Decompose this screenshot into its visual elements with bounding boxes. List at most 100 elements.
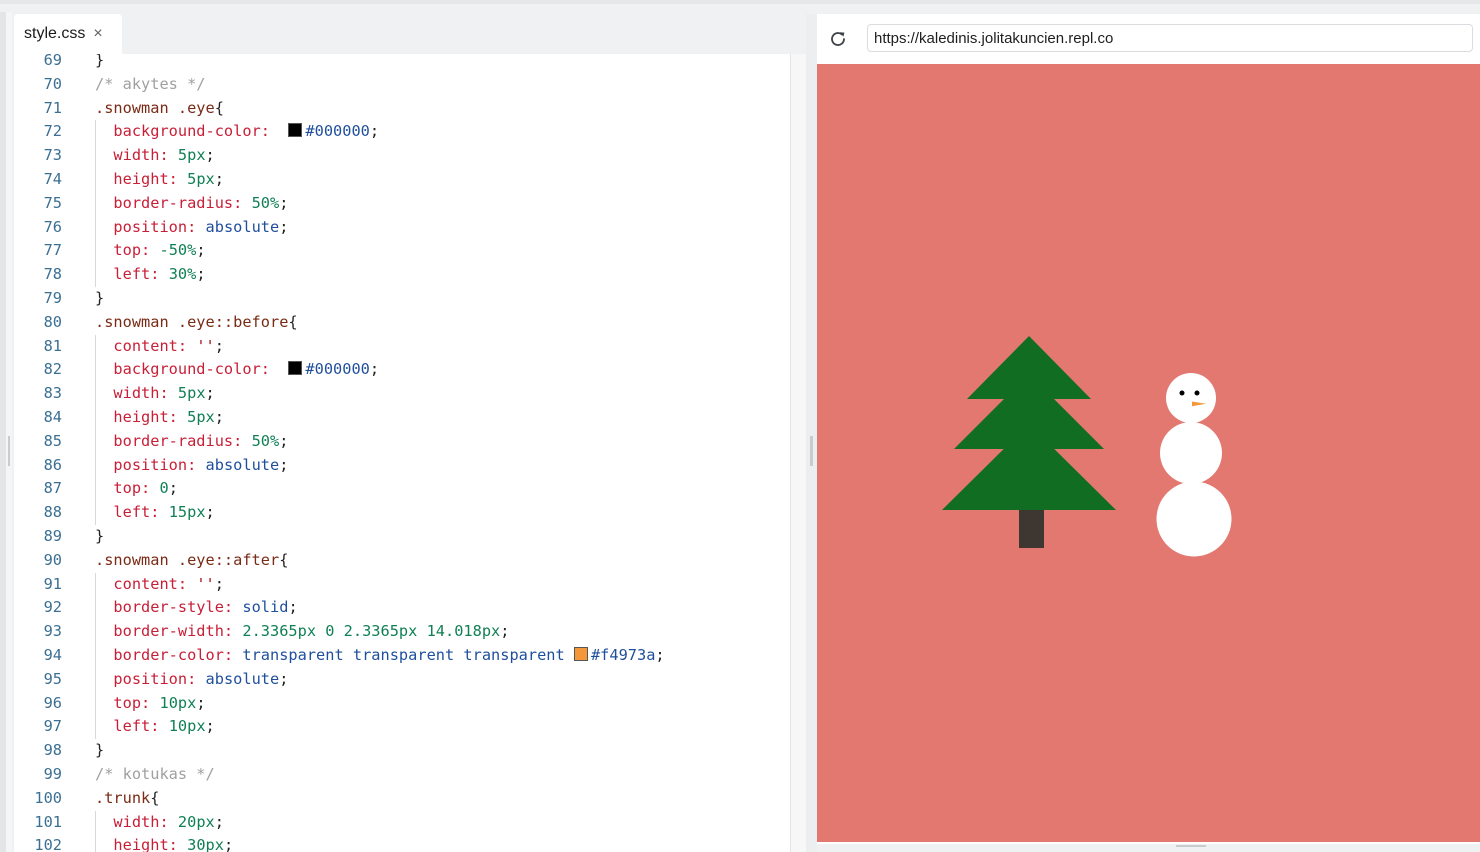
- token-prop: width:: [113, 146, 169, 165]
- token-punc: [187, 575, 196, 593]
- token-prop: position:: [113, 217, 197, 236]
- token-num: 10px: [168, 717, 206, 736]
- snowman-head: [1166, 373, 1216, 423]
- code-text: position: absolute;: [95, 216, 288, 240]
- token-brace: }: [95, 288, 105, 307]
- line-number: 86: [43, 455, 62, 474]
- code-line: 72 background-color: #000000;: [14, 120, 790, 145]
- color-swatch[interactable]: [573, 646, 588, 661]
- code-line: 71 .snowman .eye{: [14, 97, 790, 121]
- token-prop: border-color:: [113, 645, 234, 664]
- code-line: 75 border-radius: 50%;: [14, 191, 790, 216]
- tab-style-css[interactable]: style.css ×: [14, 14, 122, 54]
- token-num: 30%: [168, 265, 197, 284]
- code-text: /* akytes */: [95, 73, 206, 97]
- token-brace: }: [95, 741, 105, 760]
- token-punc: [270, 360, 288, 378]
- token-punc: ;: [288, 598, 298, 617]
- code-line: 91 content: '';: [14, 572, 790, 597]
- token-prop: background-color:: [113, 360, 270, 379]
- color-swatch[interactable]: [288, 361, 303, 376]
- url-input[interactable]: [867, 24, 1473, 52]
- token-prop: border-radius:: [113, 431, 243, 450]
- reload-icon[interactable]: [827, 26, 849, 52]
- token-prop: left:: [113, 717, 160, 736]
- code-line: 70 /* akytes */: [14, 73, 790, 97]
- token-punc: [159, 265, 168, 283]
- code-line: 89}: [14, 525, 790, 549]
- code-line: 96 top: 10px;: [14, 691, 790, 716]
- token-punc: [159, 717, 168, 735]
- snowman-right-eye: [1194, 390, 1200, 396]
- code-text: border-width: 2.3365px 0 2.3365px 14.018…: [95, 620, 509, 644]
- token-punc: [187, 337, 196, 355]
- code-text: top: 0;: [95, 477, 178, 501]
- left-resize-handle[interactable]: [8, 436, 10, 466]
- token-kw: transparent transparent transparent: [242, 645, 565, 664]
- token-prop: position:: [113, 455, 197, 474]
- code-editor-pane: style.css × 69} 70 /* akytes */71 .snowman …: [14, 14, 807, 852]
- pane-resize-handle[interactable]: [810, 436, 813, 466]
- token-kw: absolute: [205, 455, 280, 474]
- token-prop: top:: [113, 693, 151, 712]
- code-line: 82 background-color: #000000;: [14, 358, 790, 383]
- token-punc: ;: [279, 455, 289, 474]
- token-punc: ;: [369, 122, 380, 141]
- code-line: 99 /* kotukas */: [14, 763, 790, 787]
- code-text: left: 30%;: [95, 263, 205, 287]
- token-hex: #000000: [305, 122, 370, 141]
- editor-tab-bar: style.css ×: [14, 14, 806, 54]
- token-num: -50%: [159, 241, 197, 260]
- token-num: 50%: [251, 431, 280, 450]
- token-kw: absolute: [205, 669, 280, 688]
- token-prop: top:: [113, 479, 151, 498]
- editor-scrollbar[interactable]: [790, 54, 807, 852]
- bottom-resize-handle[interactable]: [1176, 845, 1206, 847]
- snowman-middle: [1160, 422, 1222, 484]
- token-punc: ;: [214, 336, 224, 355]
- code-line: 94 border-color: transparent transparent…: [14, 643, 790, 668]
- token-str: '': [196, 574, 215, 593]
- line-number: 70: [43, 74, 62, 93]
- token-num: 5px: [187, 407, 215, 426]
- code-text: width: 20px;: [95, 811, 224, 835]
- token-punc: ;: [205, 146, 215, 165]
- code-text: top: -50%;: [95, 239, 205, 263]
- left-resize-gutter[interactable]: [6, 12, 12, 852]
- line-number: 69: [43, 54, 62, 69]
- line-number: 100: [34, 788, 62, 807]
- token-punc: ;: [279, 669, 289, 688]
- line-number: 101: [34, 812, 62, 831]
- token-punc: [270, 122, 288, 140]
- code-text: height: 30px;: [95, 834, 233, 852]
- token-prop: border-radius:: [113, 193, 243, 212]
- code-line: 79}: [14, 287, 790, 311]
- token-punc: ;: [369, 360, 380, 379]
- token-prop: height:: [113, 836, 178, 852]
- token-brace: {: [288, 312, 298, 331]
- token-punc: [178, 836, 187, 852]
- token-punc: [169, 813, 178, 831]
- token-com: /* kotukas */: [95, 764, 215, 783]
- line-number: 88: [43, 503, 62, 522]
- token-num: 50%: [251, 193, 280, 212]
- code-editor[interactable]: 69} 70 /* akytes */71 .snowman .eye{72 back…: [14, 54, 790, 852]
- token-punc: [178, 170, 187, 188]
- code-text: background-color: #000000;: [95, 120, 379, 144]
- code-lines: 69} 70 /* akytes */71 .snowman .eye{72 back…: [14, 54, 790, 852]
- token-num: 15px: [168, 503, 206, 522]
- close-icon[interactable]: ×: [93, 25, 102, 43]
- top-strip: [0, 0, 1480, 4]
- token-brace: {: [279, 550, 289, 569]
- token-sel: .snowman .eye::before: [95, 312, 289, 331]
- color-swatch[interactable]: [288, 123, 303, 138]
- pane-resize-gutter[interactable]: [806, 14, 817, 852]
- code-text: .trunk{: [95, 787, 159, 811]
- token-punc: ;: [205, 717, 215, 736]
- line-number: 74: [43, 169, 62, 188]
- token-punc: [242, 194, 251, 212]
- token-brace: {: [214, 98, 224, 117]
- code-text: left: 15px;: [95, 501, 214, 525]
- token-punc: [196, 456, 205, 474]
- code-line: 102 height: 30px;: [14, 834, 790, 852]
